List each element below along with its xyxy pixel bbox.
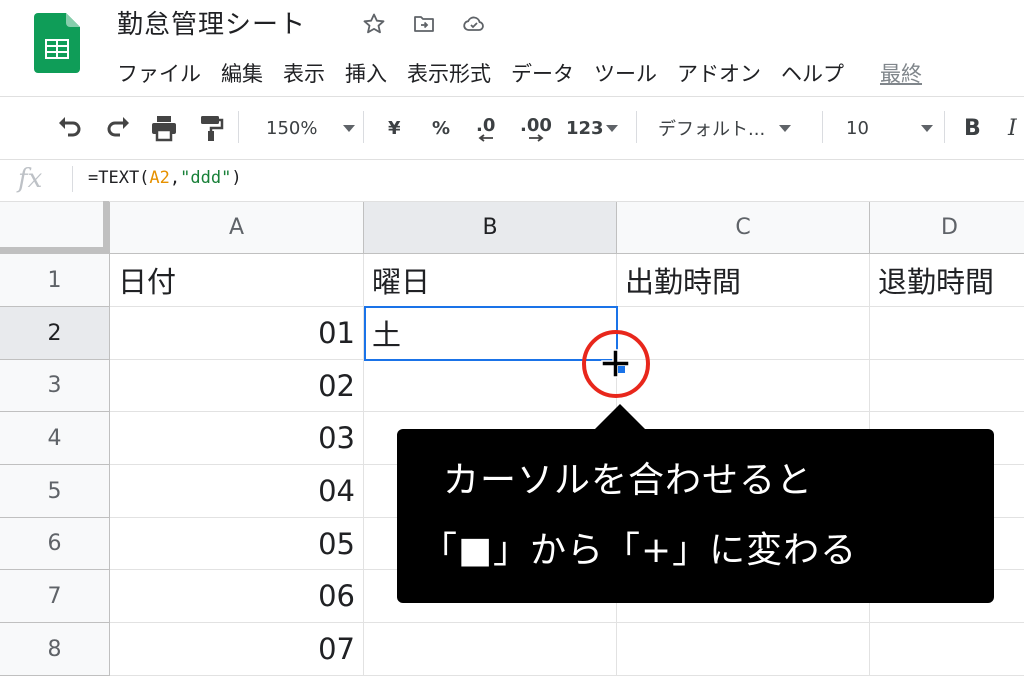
column-header-b[interactable]: B xyxy=(364,202,617,254)
menu-help[interactable]: ヘルプ xyxy=(781,58,844,88)
row-header-3[interactable]: 3 xyxy=(0,360,110,412)
cell-a2[interactable]: 01 xyxy=(110,307,364,360)
print-icon[interactable] xyxy=(150,114,178,142)
cell-a7[interactable]: 06 xyxy=(110,570,364,623)
column-header-c[interactable]: C xyxy=(617,202,870,254)
redo-icon[interactable] xyxy=(104,115,132,141)
cell-a1[interactable]: 日付 xyxy=(110,254,364,307)
formula-prefix: =TEXT( xyxy=(88,168,150,188)
menu-insert[interactable]: 挿入 xyxy=(345,58,387,88)
zoom-select[interactable]: 150% xyxy=(266,97,356,159)
menu-addons[interactable]: アドオン xyxy=(677,58,761,88)
sheets-logo-icon[interactable] xyxy=(34,13,80,73)
font-value: デフォルト... xyxy=(658,119,766,140)
menu-data[interactable]: データ xyxy=(511,58,574,88)
menu-edit[interactable]: 編集 xyxy=(221,58,263,88)
last-edit-link[interactable]: 最終 xyxy=(880,58,922,88)
formula-input[interactable]: =TEXT(A2,"ddd") xyxy=(88,168,242,188)
row-header-1[interactable]: 1 xyxy=(0,254,110,307)
paint-format-icon[interactable] xyxy=(198,114,224,142)
cell-b8[interactable] xyxy=(364,623,617,676)
chevron-down-icon xyxy=(343,124,356,132)
row-header-4[interactable]: 4 xyxy=(0,412,110,465)
font-select[interactable]: デフォルト... xyxy=(658,97,792,159)
cell-c2[interactable] xyxy=(617,307,870,360)
cell-b1[interactable]: 曜日 xyxy=(364,254,617,307)
font-size-value: 10 xyxy=(846,117,869,139)
column-header-a[interactable]: A xyxy=(110,202,364,254)
chevron-down-icon xyxy=(779,124,792,132)
arrow-right-icon xyxy=(528,133,544,142)
cell-a6[interactable]: 05 xyxy=(110,518,364,570)
cell-c8[interactable] xyxy=(617,623,870,676)
menu-bar: ファイル 編集 表示 挿入 表示形式 データ ツール アドオン ヘルプ 最終 xyxy=(117,58,922,88)
increase-decimal-button[interactable]: .00 xyxy=(520,97,552,159)
cell-d3[interactable] xyxy=(870,360,1024,412)
more-formats-label: 123 xyxy=(566,117,604,139)
formula-divider xyxy=(72,166,73,192)
bold-button[interactable]: B xyxy=(964,97,981,159)
fill-handle-square xyxy=(618,366,625,373)
row-header-7[interactable]: 7 xyxy=(0,570,110,623)
menu-format[interactable]: 表示形式 xyxy=(407,58,491,88)
move-to-folder-icon[interactable] xyxy=(412,12,436,36)
toolbar: 150% ¥ % .0 .00 123 デフォルト... 10 B I xyxy=(0,96,1024,160)
chevron-down-icon xyxy=(605,124,618,132)
cell-a3[interactable]: 02 xyxy=(110,360,364,412)
menu-file[interactable]: ファイル xyxy=(117,58,201,88)
fill-handle-cursor-highlight[interactable] xyxy=(580,328,652,400)
formula-sep: , xyxy=(169,168,181,188)
row-header-6[interactable]: 6 xyxy=(0,518,110,570)
font-size-select[interactable]: 10 xyxy=(846,97,933,159)
cell-d8[interactable] xyxy=(870,623,1024,676)
arrow-left-icon xyxy=(478,133,493,142)
cell-d2[interactable] xyxy=(870,307,1024,360)
formula-suffix: ) xyxy=(231,168,242,188)
row-header-8[interactable]: 8 xyxy=(0,623,110,676)
chevron-down-icon xyxy=(920,124,933,132)
cloud-saved-icon[interactable] xyxy=(462,12,486,36)
cell-a5[interactable]: 04 xyxy=(110,465,364,518)
column-header-d[interactable]: D xyxy=(870,202,1024,254)
row-header-5[interactable]: 5 xyxy=(0,465,110,518)
star-icon[interactable] xyxy=(362,12,386,36)
row-header-2[interactable]: 2 xyxy=(0,307,110,360)
cell-d1[interactable]: 退勤時間 xyxy=(870,254,1024,307)
cell-c1[interactable]: 出勤時間 xyxy=(617,254,870,307)
annotation-callout: カーソルを合わせると 「■」から「+」に変わる xyxy=(397,429,994,603)
annotation-line-1: カーソルを合わせると xyxy=(443,460,814,501)
currency-format-button[interactable]: ¥ xyxy=(388,97,401,159)
increase-decimal-label: .00 xyxy=(520,114,552,136)
menu-view[interactable]: 表示 xyxy=(283,58,325,88)
percent-format-button[interactable]: % xyxy=(432,97,450,159)
callout-pointer xyxy=(592,404,648,432)
document-title[interactable]: 勤怠管理シート xyxy=(117,4,306,41)
undo-icon[interactable] xyxy=(56,115,84,141)
cell-c3[interactable] xyxy=(617,360,870,412)
italic-button[interactable]: I xyxy=(1008,97,1017,159)
select-all-corner[interactable] xyxy=(0,201,110,254)
more-formats-button[interactable]: 123 xyxy=(566,97,618,159)
cell-a8[interactable]: 07 xyxy=(110,623,364,676)
fx-icon: fx xyxy=(18,164,43,194)
formula-string: "ddd" xyxy=(180,168,232,188)
cell-a4[interactable]: 03 xyxy=(110,412,364,465)
decrease-decimal-label: .0 xyxy=(476,114,496,136)
formula-ref: A2 xyxy=(149,168,170,188)
annotation-line-2: 「■」から「+」に変わる xyxy=(421,530,858,571)
decrease-decimal-button[interactable]: .0 xyxy=(476,97,495,159)
menu-tools[interactable]: ツール xyxy=(594,58,657,88)
zoom-value: 150% xyxy=(266,117,318,139)
